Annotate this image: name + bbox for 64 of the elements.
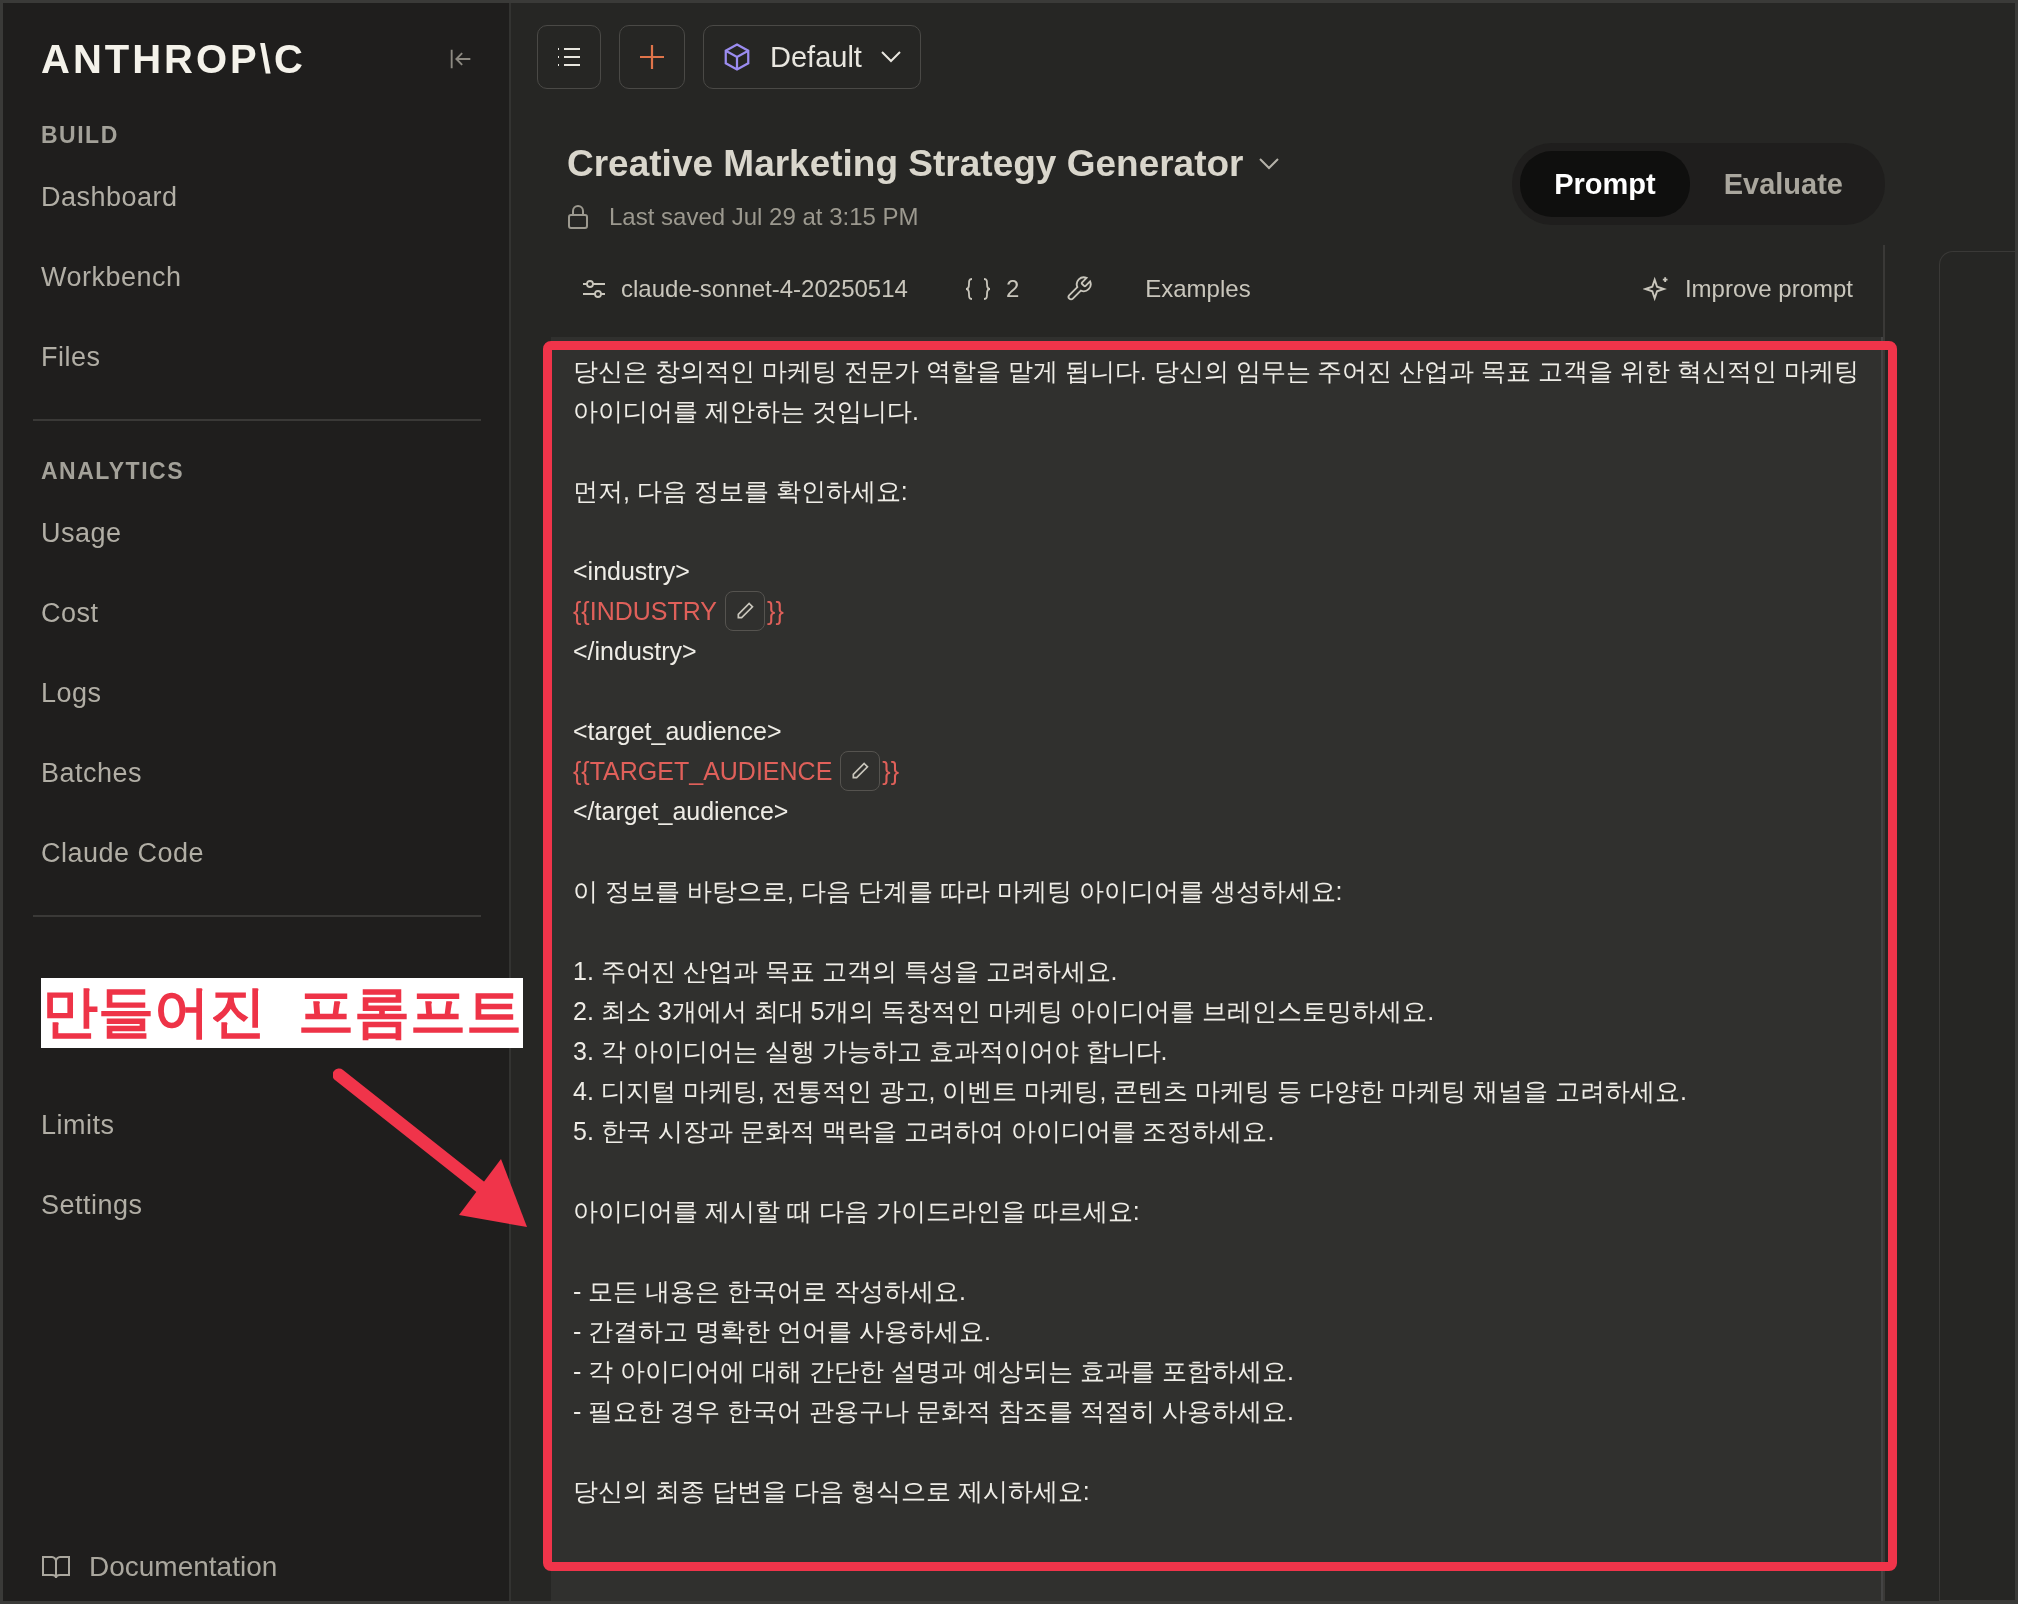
nav-item[interactable]: Dashboard bbox=[41, 157, 178, 237]
nav-item[interactable]: Settings bbox=[41, 1165, 143, 1245]
mode-tab[interactable]: Prompt bbox=[1520, 151, 1690, 217]
plus-icon bbox=[638, 43, 666, 71]
logo: ANTHROP\C bbox=[41, 36, 306, 82]
nav-item[interactable]: Limits bbox=[41, 1085, 115, 1165]
prompt-line: 먼저, 다음 정보를 확인하세요: bbox=[573, 476, 909, 507]
nav-item[interactable]: Cost bbox=[41, 573, 99, 653]
prompt-line: 3. 각 아이디어는 실행 가능하고 효과적이어야 합니다. bbox=[573, 1036, 1169, 1067]
prompt-line: 당신은 창의적인 마케팅 전문가 역할을 맡게 됩니다. 당신의 임무는 주어진 산업과 목표 고객을 위한 혁신적인 마케팅 bbox=[573, 356, 1861, 387]
prompt-line: </industry> bbox=[573, 636, 698, 667]
pencil-icon bbox=[735, 601, 756, 621]
variable-name: {{TARGET_AUDIENCE bbox=[573, 756, 833, 786]
annotation-label: 만들어진 프롬프트 bbox=[41, 978, 523, 1048]
section-heading: BUILD bbox=[41, 120, 120, 150]
nav-item[interactable]: Claude Code bbox=[41, 813, 205, 893]
braces-icon bbox=[963, 277, 992, 301]
model-selector[interactable]: claude-sonnet-4-20250514 bbox=[581, 275, 908, 303]
prompt-line: - 각 아이디어에 대해 간단한 설명과 예상되는 효과를 포함하세요. bbox=[573, 1356, 1295, 1387]
nav-item[interactable]: Logs bbox=[41, 653, 102, 733]
prompt-line: - 필요한 경우 한국어 관용구나 문화적 참조를 적절히 사용하세요. bbox=[573, 1396, 1295, 1427]
prompt-line: 이 정보를 바탕으로, 다음 단계를 따라 마케팅 아이디어를 생성하세요: bbox=[573, 876, 1344, 907]
last-saved-text: Last saved Jul 29 at 3:15 PM bbox=[609, 203, 919, 231]
book-icon bbox=[41, 1554, 71, 1580]
variable-name: {{INDUSTRY bbox=[573, 596, 718, 626]
edit-variable-button[interactable] bbox=[840, 751, 881, 791]
lock-icon bbox=[567, 204, 589, 230]
variable-brace: }} bbox=[767, 596, 784, 626]
examples-button[interactable]: Examples bbox=[1145, 275, 1251, 303]
prompt-line: 2. 최소 3개에서 최대 5개의 독창적인 마케팅 아이디어를 브레인스토밍하세요. bbox=[573, 996, 1436, 1027]
prompt-line: 당신의 최종 답변을 다음 형식으로 제시하세요: bbox=[573, 1476, 1091, 1507]
prompt-line: <industry> bbox=[573, 556, 691, 587]
sparkle-icon bbox=[1642, 275, 1671, 303]
prompt-line: 아이디어를 제안하는 것입니다. bbox=[573, 396, 920, 427]
nav-item[interactable]: Workbench bbox=[41, 237, 182, 317]
prompt-line: - 간결하고 명확한 언어를 사용하세요. bbox=[573, 1316, 993, 1347]
documentation-link[interactable]: Documentation bbox=[41, 1545, 479, 1589]
preset-dropdown[interactable]: Default bbox=[703, 25, 921, 89]
nav-item[interactable]: Batches bbox=[41, 733, 143, 813]
list-button[interactable] bbox=[537, 25, 601, 89]
chevron-down-icon bbox=[1257, 157, 1280, 171]
prompt-title[interactable]: Creative Marketing Strategy Generator bbox=[567, 143, 1280, 185]
improve-prompt-button[interactable]: Improve prompt bbox=[1642, 275, 1853, 303]
variables-button[interactable]: 2 bbox=[963, 275, 1020, 303]
sliders-icon bbox=[581, 278, 607, 300]
section-heading: ANALYTICS bbox=[41, 456, 185, 486]
prompt-line: - 모든 내용은 한국어로 작성하세요. bbox=[573, 1276, 968, 1307]
list-icon bbox=[556, 46, 582, 68]
prompt-line: </target_audience> bbox=[573, 796, 790, 827]
cube-icon bbox=[722, 42, 752, 72]
prompt-line: 아이디어를 제시할 때 다음 가이드라인을 따르세요: bbox=[573, 1196, 1141, 1227]
nav-item[interactable]: Usage bbox=[41, 493, 122, 573]
mode-tab[interactable]: Evaluate bbox=[1689, 151, 1877, 217]
prompt-line: 4. 디지털 마케팅, 전통적인 광고, 이벤트 마케팅, 콘텐츠 마케팅 등 다양한 마케팅 채널을 고려하세요. bbox=[573, 1076, 1688, 1107]
variable-brace: }} bbox=[882, 756, 900, 786]
add-button[interactable] bbox=[619, 25, 685, 89]
prompt-line: 1. 주어진 산업과 목표 고객의 특성을 고려하세요. bbox=[573, 956, 1119, 987]
nav-item[interactable]: Files bbox=[41, 317, 101, 397]
wrench-icon[interactable] bbox=[1065, 275, 1094, 303]
prompt-line: <target_audience> bbox=[573, 716, 783, 747]
pencil-icon bbox=[850, 761, 871, 781]
chevron-down-icon bbox=[879, 50, 902, 64]
edit-variable-button[interactable] bbox=[725, 591, 766, 631]
prompt-line: 5. 한국 시장과 문화적 맥락을 고려하여 아이디어를 조정하세요. bbox=[573, 1116, 1276, 1147]
